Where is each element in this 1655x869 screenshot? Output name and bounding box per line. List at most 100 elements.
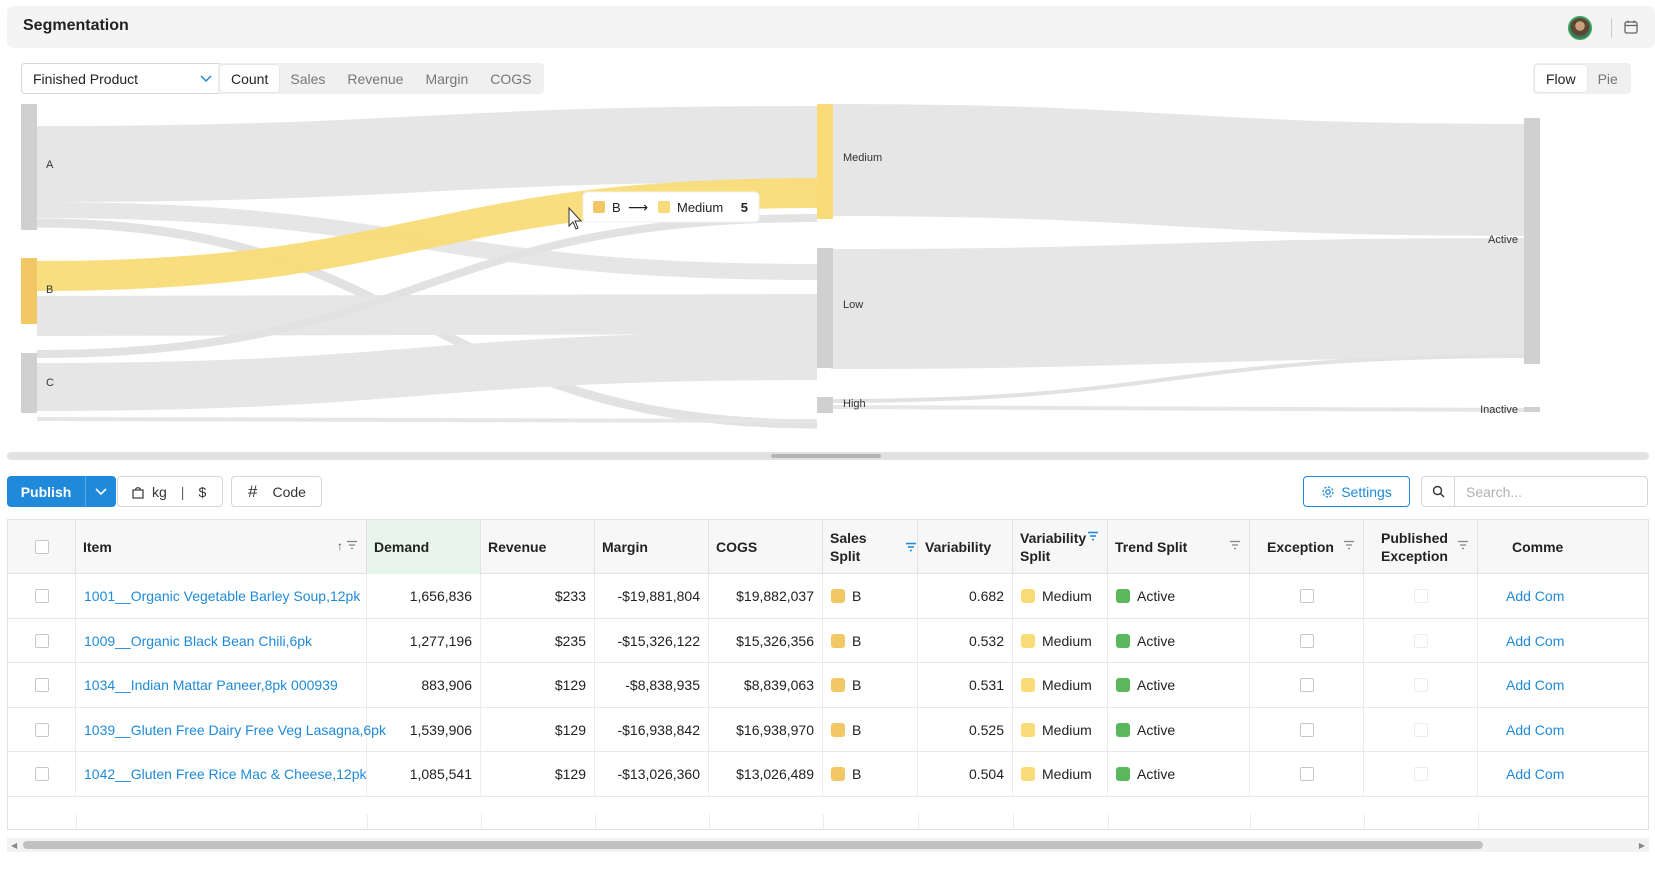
node-label-b: B <box>46 284 53 296</box>
data-grid: Item ↑ Demand Revenue Margin COGS Sales … <box>7 519 1649 830</box>
add-comment-link[interactable]: Add Com <box>1478 752 1648 797</box>
color-swatch <box>1116 767 1130 782</box>
unit-separator: | <box>180 483 185 500</box>
exception-checkbox[interactable] <box>1299 678 1314 693</box>
filter-icon[interactable] <box>1343 540 1355 550</box>
row-checkbox[interactable] <box>34 767 49 782</box>
row-checkbox[interactable] <box>34 633 49 648</box>
exception-checkbox[interactable] <box>1299 633 1314 648</box>
flow-low-inactive <box>830 405 1529 412</box>
row-checkbox[interactable] <box>34 589 49 604</box>
table-row[interactable]: 1039__Gluten Free Dairy Free Veg Lasagna… <box>8 707 1648 753</box>
scroll-left-icon[interactable]: ◀ <box>11 841 17 850</box>
row-checkbox[interactable] <box>34 722 49 737</box>
table-row[interactable]: 1009__Organic Black Bean Chili,6pk 1,277,… <box>8 618 1648 664</box>
row-checkbox[interactable] <box>34 678 49 693</box>
col-margin[interactable]: Margin <box>595 520 709 574</box>
unit-currency: $ <box>198 483 207 500</box>
search-icon[interactable] <box>1422 477 1455 506</box>
add-comment-link[interactable]: Add Com <box>1478 663 1648 708</box>
col-sales-split[interactable]: Sales Split <box>823 520 918 574</box>
row-select-cell <box>8 574 76 619</box>
calendar-icon[interactable] <box>1623 19 1639 35</box>
published-exception-cell <box>1364 618 1478 663</box>
item-link[interactable]: 1001__Organic Vegetable Barley Soup,12pk <box>76 574 367 619</box>
item-link[interactable]: 1039__Gluten Free Dairy Free Veg Lasagna… <box>76 707 386 752</box>
unit-kg: kg <box>152 483 167 500</box>
settings-button[interactable]: Settings <box>1303 476 1410 507</box>
variability-cell: 0.525 <box>918 707 1013 752</box>
col-demand[interactable]: Demand <box>367 520 481 574</box>
col-comment[interactable]: Comme <box>1478 520 1648 574</box>
avatar[interactable] <box>1568 16 1592 40</box>
horizontal-scrollbar[interactable]: ◀ ▶ <box>7 838 1649 852</box>
tab-revenue[interactable]: Revenue <box>336 65 414 92</box>
search-input[interactable] <box>1455 477 1647 506</box>
publish-button[interactable]: Publish <box>7 476 85 507</box>
revenue-cell: $129 <box>481 663 595 708</box>
cogs-cell: $13,026,489 <box>709 752 823 797</box>
add-comment-link[interactable]: Add Com <box>1478 619 1648 664</box>
sort-asc-icon[interactable]: ↑ <box>337 537 343 555</box>
select-all-checkbox[interactable] <box>34 540 49 554</box>
filter-active-icon[interactable] <box>1087 531 1099 541</box>
publish-menu-button[interactable] <box>85 476 116 507</box>
code-button[interactable]: # Code <box>231 476 322 507</box>
col-variability-split[interactable]: Variability Split <box>1013 520 1108 574</box>
flow-c-high <box>36 417 818 423</box>
trend-split-cell-label: Active <box>1137 766 1176 783</box>
add-comment-link[interactable]: Add Com <box>1478 708 1648 753</box>
item-link[interactable]: 1034__Indian Mattar Paneer,8pk 000939 <box>76 663 367 708</box>
filter-icon[interactable] <box>1457 540 1469 550</box>
tab-flow[interactable]: Flow <box>1535 65 1587 92</box>
tab-margin[interactable]: Margin <box>414 65 479 92</box>
col-exception[interactable]: Exception <box>1250 520 1364 574</box>
tab-cogs[interactable]: COGS <box>479 65 542 92</box>
scrollbar-thumb[interactable] <box>23 841 1483 849</box>
col-revenue[interactable]: Revenue <box>481 520 595 574</box>
col-cogs[interactable]: COGS <box>709 520 823 574</box>
splitter-grip[interactable] <box>771 454 881 458</box>
exception-checkbox[interactable] <box>1299 722 1314 737</box>
scroll-right-icon[interactable]: ▶ <box>1639 841 1645 850</box>
node-inactive <box>1524 407 1540 412</box>
panel-splitter[interactable] <box>7 452 1649 460</box>
tab-pie[interactable]: Pie <box>1587 65 1629 92</box>
table-row[interactable]: 1001__Organic Vegetable Barley Soup,12pk… <box>8 574 1648 619</box>
variability-split-cell-label: Medium <box>1042 677 1092 694</box>
node-label-c: C <box>46 377 54 389</box>
code-label: Code <box>272 483 306 500</box>
variability-split-cell: Medium <box>1013 618 1108 663</box>
trend-split-cell-label: Active <box>1137 588 1176 605</box>
published-exception-checkbox <box>1413 722 1428 737</box>
col-item[interactable]: Item ↑ <box>76 520 367 574</box>
header-divider <box>1611 18 1612 38</box>
empty-row <box>8 814 1648 829</box>
margin-cell: -$19,881,804 <box>595 574 709 619</box>
settings-label: Settings <box>1341 483 1392 500</box>
search-box <box>1421 476 1648 507</box>
col-trend-split[interactable]: Trend Split <box>1108 520 1250 574</box>
item-link[interactable]: 1009__Organic Black Bean Chili,6pk <box>76 618 367 663</box>
node-b <box>21 258 37 324</box>
add-comment-link[interactable]: Add Com <box>1478 574 1648 619</box>
exception-checkbox[interactable] <box>1299 589 1314 604</box>
filter-icon[interactable] <box>346 540 358 550</box>
table-row[interactable]: 1034__Indian Mattar Paneer,8pk 000939 883… <box>8 663 1648 708</box>
node-low <box>817 248 833 368</box>
units-toggle[interactable]: kg | $ <box>117 476 223 507</box>
filter-active-icon[interactable] <box>905 542 917 552</box>
node-label-high: High <box>843 398 866 410</box>
published-exception-cell <box>1364 752 1478 797</box>
col-published-exception[interactable]: Published Exception <box>1364 520 1478 574</box>
product-level-dropdown[interactable]: Finished Product <box>21 63 222 94</box>
table-row[interactable]: 1042__Gluten Free Rice Mac & Cheese,12pk… <box>8 752 1648 797</box>
col-variability[interactable]: Variability <box>918 520 1013 574</box>
node-label-active: Active <box>1488 234 1518 246</box>
tab-sales[interactable]: Sales <box>279 65 336 92</box>
tab-count[interactable]: Count <box>220 65 280 92</box>
exception-checkbox[interactable] <box>1299 767 1314 782</box>
flow-b-low <box>36 294 818 336</box>
item-link[interactable]: 1042__Gluten Free Rice Mac & Cheese,12pk <box>76 752 367 797</box>
filter-icon[interactable] <box>1229 540 1241 550</box>
